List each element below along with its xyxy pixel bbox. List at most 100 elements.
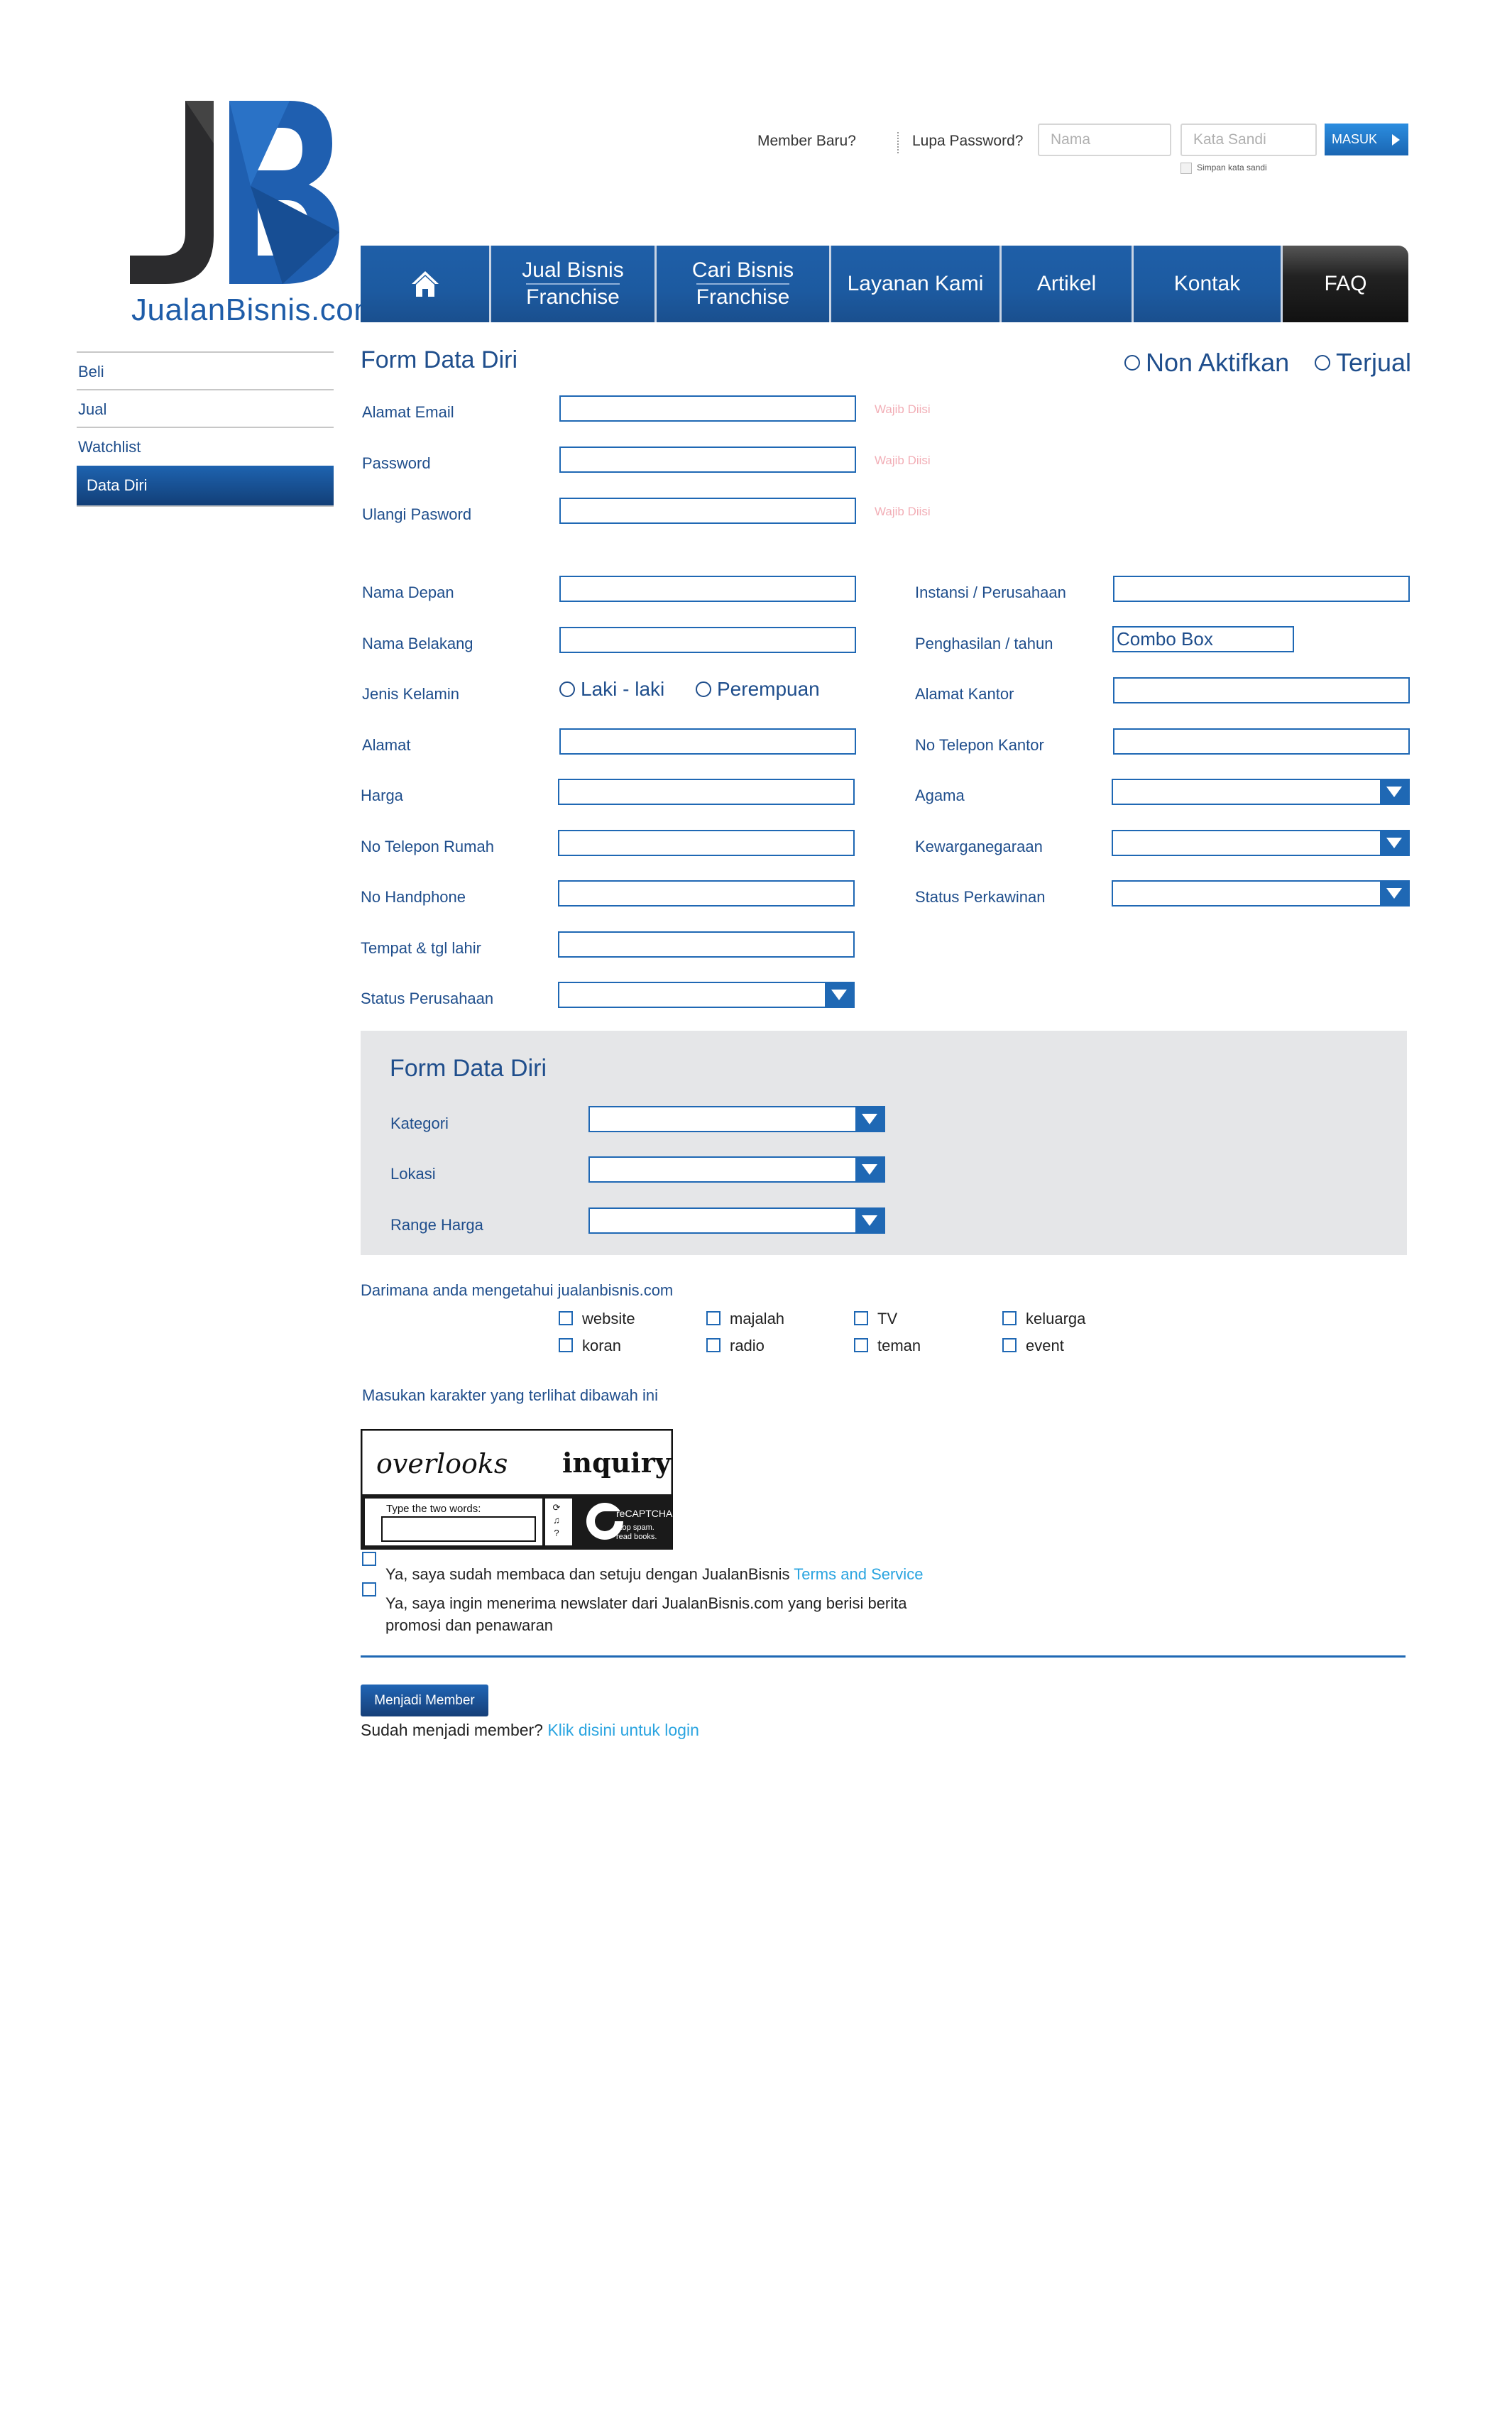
label-jenis-kelamin: Jenis Kelamin bbox=[362, 685, 459, 703]
login-prompt: Sudah menjadi member? Klik disini untuk … bbox=[361, 1721, 699, 1740]
harga-input[interactable] bbox=[558, 779, 855, 805]
sidebar-item-data-diri[interactable]: Data Diri bbox=[77, 466, 334, 505]
radio-terjual[interactable]: Terjual bbox=[1315, 348, 1411, 378]
masuk-button[interactable]: MASUK bbox=[1325, 124, 1408, 155]
nav-jual-bisnis[interactable]: Jual Bisnis Franchise bbox=[491, 246, 657, 322]
label-status-perkawinan: Status Perkawinan bbox=[915, 888, 1046, 906]
radio-laki-laki[interactable]: Laki - laki bbox=[559, 678, 664, 701]
checkbox-teman[interactable] bbox=[854, 1338, 868, 1352]
label-alamat: Alamat bbox=[362, 736, 411, 754]
label-kewarganegaraan: Kewarganegaraan bbox=[915, 838, 1043, 855]
captcha-controls[interactable]: ⟳ ♫? bbox=[545, 1501, 568, 1544]
alamat-input[interactable] bbox=[559, 728, 856, 755]
chevron-down-icon[interactable] bbox=[855, 1107, 884, 1131]
chevron-down-icon[interactable] bbox=[855, 1209, 884, 1232]
confirm-password-field[interactable] bbox=[559, 498, 856, 524]
chevron-down-icon[interactable] bbox=[1380, 831, 1408, 855]
main-nav: Jual Bisnis Franchise Cari Bisnis Franch… bbox=[361, 246, 1408, 322]
label-telepon-kantor: No Telepon Kantor bbox=[915, 736, 1044, 754]
nav-cari-bisnis[interactable]: Cari Bisnis Franchise bbox=[657, 246, 831, 322]
nama-belakang-input[interactable] bbox=[559, 627, 856, 653]
label-no-handphone: No Handphone bbox=[361, 888, 466, 906]
label-status-perusahaan: Status Perusahaan bbox=[361, 990, 494, 1007]
label-nama-depan: Nama Depan bbox=[362, 584, 454, 601]
captcha-word: inquiry bbox=[562, 1447, 671, 1479]
radio-perempuan[interactable]: Perempuan bbox=[696, 678, 820, 701]
chevron-down-icon[interactable] bbox=[1380, 882, 1408, 905]
label-kategori: Kategori bbox=[390, 1114, 449, 1132]
alamat-kantor-input[interactable] bbox=[1113, 677, 1410, 703]
terms-checkbox[interactable] bbox=[362, 1552, 376, 1566]
required-note: Wajib Diisi bbox=[875, 402, 931, 416]
checkbox-koran[interactable] bbox=[559, 1338, 573, 1352]
checkbox-label: TV bbox=[877, 1310, 898, 1327]
agama-select[interactable] bbox=[1112, 779, 1410, 805]
captcha-word: overlooks bbox=[376, 1448, 508, 1479]
checkbox-majalah[interactable] bbox=[706, 1311, 721, 1325]
chevron-down-icon[interactable] bbox=[1380, 780, 1408, 804]
nav-faq[interactable]: FAQ bbox=[1283, 246, 1408, 322]
email-field[interactable] bbox=[559, 395, 856, 422]
status-perkawinan-select[interactable] bbox=[1112, 880, 1410, 907]
logo-text: JualanBisnis.com bbox=[131, 292, 380, 327]
join-button[interactable]: Menjadi Member bbox=[361, 1685, 488, 1716]
telepon-kantor-input[interactable] bbox=[1113, 728, 1410, 755]
radio-label: Perempuan bbox=[717, 678, 820, 700]
nav-label: Franchise bbox=[526, 283, 620, 310]
sidebar: Beli Jual Watchlist Data Diri bbox=[77, 351, 334, 507]
logo[interactable] bbox=[130, 101, 343, 285]
radio-circle[interactable] bbox=[696, 681, 711, 697]
label-range-harga: Range Harga bbox=[390, 1216, 483, 1234]
kategori-select[interactable] bbox=[588, 1106, 885, 1132]
nama-depan-input[interactable] bbox=[559, 576, 856, 602]
tempat-tgl-lahir-input[interactable] bbox=[558, 931, 855, 958]
nav-kontak[interactable]: Kontak bbox=[1134, 246, 1283, 322]
nav-label: Artikel bbox=[1036, 272, 1097, 295]
handphone-input[interactable] bbox=[558, 880, 855, 907]
radio-circle[interactable] bbox=[1315, 355, 1330, 371]
member-baru-link[interactable]: Member Baru? bbox=[757, 133, 856, 150]
radio-circle[interactable] bbox=[1124, 355, 1140, 371]
password-field[interactable] bbox=[559, 447, 856, 473]
instansi-input[interactable] bbox=[1113, 576, 1410, 602]
nav-layanan-kami[interactable]: Layanan Kami bbox=[831, 246, 1002, 322]
checkbox-website[interactable] bbox=[559, 1311, 573, 1325]
checkbox-tv[interactable] bbox=[854, 1311, 868, 1325]
play-icon bbox=[1392, 134, 1400, 146]
home-icon bbox=[411, 271, 439, 297]
remember-checkbox[interactable] bbox=[1180, 163, 1192, 174]
source-question: Darimana anda mengetahui jualanbisnis.co… bbox=[361, 1281, 674, 1299]
captcha-tagline: stop spam. read books. bbox=[616, 1523, 657, 1541]
login-link[interactable]: Klik disini untuk login bbox=[547, 1721, 699, 1739]
captcha-input[interactable] bbox=[383, 1518, 535, 1539]
telepon-rumah-input[interactable] bbox=[558, 830, 855, 856]
nav-home[interactable] bbox=[361, 246, 491, 322]
checkbox-keluarga[interactable] bbox=[1002, 1311, 1017, 1325]
terms-label: Ya, saya sudah membaca dan setuju dengan… bbox=[385, 1565, 790, 1583]
newsletter-checkbox[interactable] bbox=[362, 1582, 376, 1596]
lupa-password-link[interactable]: Lupa Password? bbox=[912, 133, 1023, 150]
range-harga-select[interactable] bbox=[588, 1207, 885, 1234]
label-lokasi: Lokasi bbox=[390, 1165, 436, 1183]
sidebar-item-jual[interactable]: Jual bbox=[77, 389, 334, 427]
lokasi-select[interactable] bbox=[588, 1156, 885, 1183]
username-input[interactable]: Nama bbox=[1038, 124, 1171, 156]
sidebar-item-watchlist[interactable]: Watchlist bbox=[77, 427, 334, 464]
terms-link[interactable]: Terms and Service bbox=[794, 1565, 923, 1583]
sidebar-item-beli[interactable]: Beli bbox=[77, 351, 334, 389]
checkbox-radio[interactable] bbox=[706, 1338, 721, 1352]
chevron-down-icon[interactable] bbox=[855, 1158, 884, 1181]
label-tempat-tgl-lahir: Tempat & tgl lahir bbox=[361, 939, 481, 957]
status-perusahaan-select[interactable] bbox=[558, 982, 855, 1008]
captcha-brand: reCAPTCHA bbox=[616, 1508, 673, 1519]
chevron-down-icon[interactable] bbox=[825, 983, 853, 1007]
terms-text: Ya, saya sudah membaca dan setuju dengan… bbox=[385, 1563, 923, 1585]
nav-artikel[interactable]: Artikel bbox=[1002, 246, 1134, 322]
checkbox-event[interactable] bbox=[1002, 1338, 1017, 1352]
penghasilan-combo-box[interactable]: Combo Box bbox=[1112, 626, 1294, 652]
radio-circle[interactable] bbox=[559, 681, 575, 697]
radio-non-aktifkan[interactable]: Non Aktifkan bbox=[1124, 348, 1289, 378]
password-input[interactable]: Kata Sandi bbox=[1180, 124, 1317, 156]
kewarganegaraan-select[interactable] bbox=[1112, 830, 1410, 856]
required-note: Wajib Diisi bbox=[875, 505, 931, 518]
